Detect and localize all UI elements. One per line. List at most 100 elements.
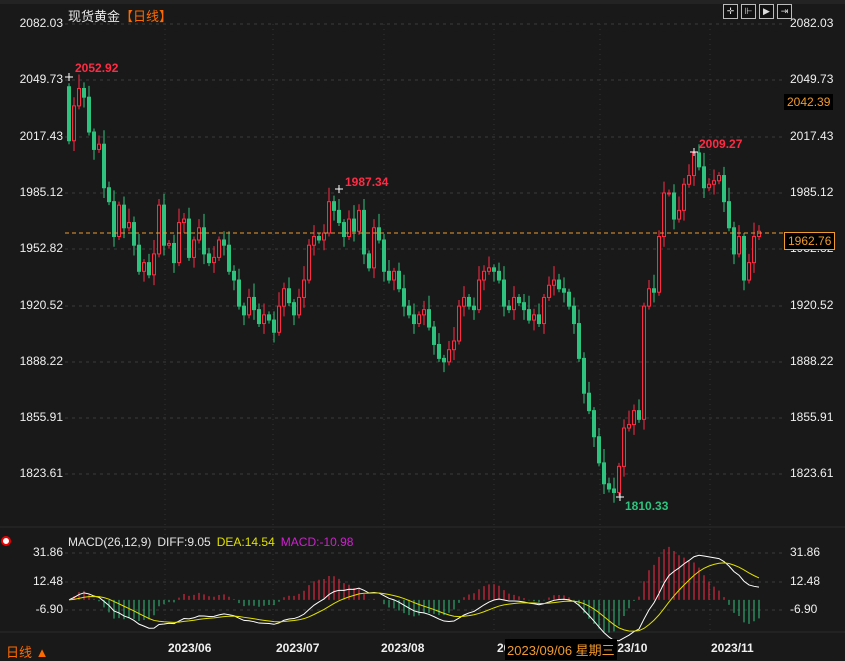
candle-body [67, 86, 71, 142]
candle-body [122, 204, 126, 229]
candle-body [442, 357, 446, 363]
candle-body [657, 235, 661, 293]
macd-tick-label: 31.86 [32, 545, 63, 559]
candlestick-chart[interactable] [0, 0, 845, 659]
candle-body [592, 410, 596, 438]
high-annotation: 2009.27 [699, 137, 743, 151]
candle-body [582, 357, 586, 394]
candle-body [642, 305, 646, 420]
high-annotation: 2052.92 [75, 61, 119, 75]
candle-body [727, 201, 731, 229]
candle-body [262, 314, 266, 325]
price-tick-label: 1888.22 [19, 354, 63, 368]
candle-body [597, 436, 601, 464]
x-tick-label: 2023/06 [168, 641, 212, 655]
macd-tick-label: -6.90 [35, 602, 63, 616]
candle-body [447, 349, 451, 363]
price-tick-label: 2017.43 [790, 129, 834, 143]
candle-body [702, 166, 706, 189]
macd-tick-label: 12.48 [32, 574, 63, 588]
candle-body [82, 87, 86, 98]
candle-body [497, 270, 501, 281]
candle-body [307, 244, 311, 281]
candle-body [717, 175, 721, 182]
candle-body [297, 296, 301, 316]
candle-body [247, 296, 251, 316]
candle-body [257, 309, 261, 325]
candle-body [747, 262, 751, 281]
candle-body [712, 180, 716, 185]
candle-body [272, 319, 276, 333]
macd-tick-label: -6.90 [790, 602, 818, 616]
candle-body [697, 152, 701, 168]
candle-body [672, 192, 676, 220]
candle-body [392, 270, 396, 281]
candle-body [102, 143, 106, 189]
candle-body [437, 343, 441, 359]
candle-body [292, 302, 296, 316]
price-tick-label: 2082.03 [19, 16, 63, 30]
candle-body [252, 296, 256, 311]
candle-body [482, 270, 486, 281]
candle-body [472, 305, 476, 311]
candle-body [647, 288, 651, 307]
candle-body [267, 314, 271, 321]
candle-body [402, 288, 406, 307]
low-annotation: 1810.33 [625, 499, 669, 513]
extreme-marker [690, 148, 698, 156]
candle-body [527, 309, 531, 321]
indicator-target-icon[interactable] [1, 536, 11, 546]
candle-body [467, 296, 471, 307]
candle-body [432, 326, 436, 345]
candle-body [97, 143, 101, 150]
candle-body [457, 305, 461, 342]
prev-close-label: 2042.39 [784, 94, 834, 110]
candle-body [212, 256, 216, 264]
candle-body [277, 305, 281, 333]
dea-line [68, 562, 760, 632]
candle-body [87, 96, 91, 133]
candle-body [197, 227, 201, 241]
candle-body [367, 253, 371, 269]
candle-body [512, 296, 516, 311]
candle-body [357, 209, 361, 232]
period-switch[interactable]: 日线 ▲ [6, 642, 48, 661]
candle-body [317, 235, 321, 241]
candle-body [652, 288, 656, 293]
candle-body [757, 230, 761, 237]
candle-body [242, 305, 246, 316]
candle-body [207, 253, 211, 264]
x-tick-label: 2023/08 [381, 641, 425, 655]
candle-body [177, 222, 181, 264]
diff-line [68, 554, 760, 642]
candle-body [172, 242, 176, 264]
candle-body [732, 227, 736, 255]
macd-tick-label: 12.48 [790, 574, 821, 588]
candle-body [182, 218, 186, 224]
macd-title: MACD(26,12,9) [68, 535, 152, 549]
macd-legend: MACD(26,12,9) DIFF:9.05 DEA:14.54 MACD:-10.… [68, 535, 359, 549]
price-tick-label: 2017.43 [19, 129, 63, 143]
candle-body [517, 296, 521, 304]
candle-body [532, 314, 536, 321]
candle-body [152, 253, 156, 276]
macd-diff: DIFF:9.05 [157, 535, 211, 549]
candle-body [417, 314, 421, 325]
candle-body [722, 175, 726, 203]
candle-body [187, 218, 191, 258]
candle-body [382, 239, 386, 272]
candle-body [687, 175, 691, 185]
candle-body [327, 201, 331, 234]
candle-body [232, 270, 236, 281]
candle-body [202, 227, 206, 255]
candle-body [332, 201, 336, 211]
candle-body [737, 235, 741, 255]
candle-body [397, 270, 401, 290]
candle-body [622, 427, 626, 467]
candle-body [337, 209, 341, 224]
candle-body [137, 244, 141, 272]
candle-body [132, 222, 136, 246]
candle-body [412, 314, 416, 325]
candle-body [427, 309, 431, 328]
candle-body [377, 227, 381, 241]
